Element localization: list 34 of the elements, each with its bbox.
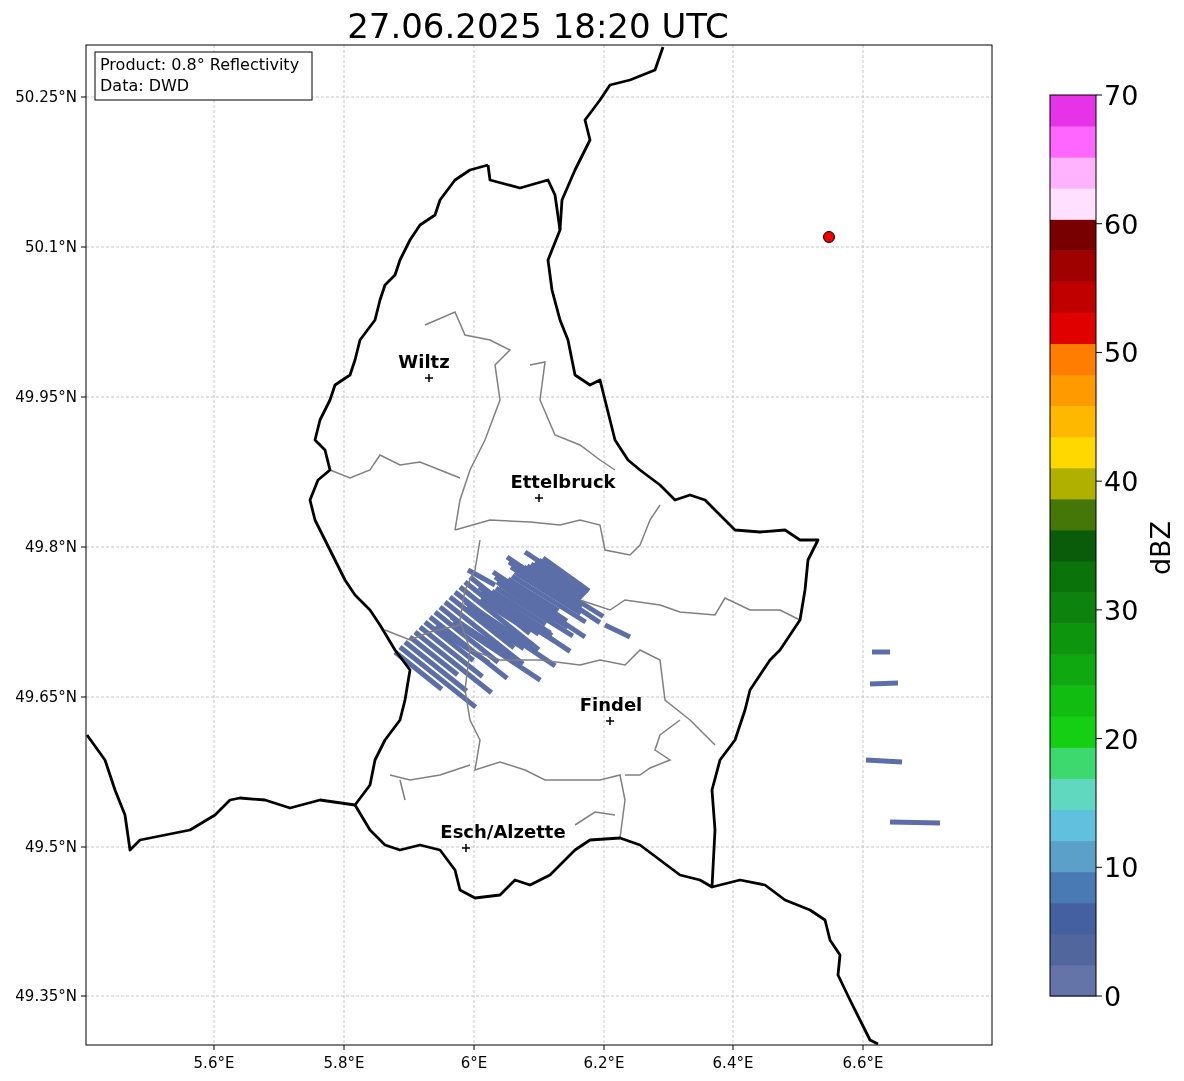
axis-tick-label: 49.5°N: [24, 838, 77, 856]
axis-tick-label: 49.65°N: [15, 688, 77, 706]
colorbar-tick-label: 20: [1104, 723, 1139, 755]
colorbar-tick-label: 30: [1104, 594, 1139, 626]
info-text: Product: 0.8° Reflectivity: [100, 55, 300, 74]
colorbar-tick-label: 50: [1104, 337, 1139, 369]
colorbar-tick-label: 60: [1104, 208, 1139, 240]
axis-tick-label: 5.8°E: [323, 1054, 365, 1072]
city-label: Ettelbruck: [510, 471, 616, 492]
colorbar-label: dBZ: [1145, 520, 1176, 576]
axis-tick-label: 49.95°N: [15, 388, 77, 406]
city-marker-icon: [534, 493, 544, 503]
city-label: Findel: [579, 694, 643, 715]
city-marker-icon: [605, 716, 615, 726]
city-label: Wiltz: [398, 351, 450, 372]
city-marker-icon: [424, 373, 434, 383]
axis-tick-label: 5.6°E: [193, 1054, 235, 1072]
axis-tick-label: 6°E: [460, 1054, 488, 1072]
colorbar-tick-label: 70: [1104, 80, 1139, 111]
colorbar-tick-label: 40: [1104, 466, 1139, 498]
axis-tick-label: 6.4°E: [712, 1054, 754, 1072]
axis-tick-label: 50.25°N: [15, 88, 77, 106]
chart-title: 27.06.2025 18:20 UTC: [347, 6, 729, 46]
city-label: Esch/Alzette: [440, 821, 566, 842]
colorbar-tick-label: 0: [1104, 981, 1122, 1012]
axis-tick-label: 49.8°N: [24, 538, 77, 556]
axis-tick-label: 6.6°E: [842, 1054, 884, 1072]
axis-tick-label: 6.2°E: [583, 1054, 625, 1072]
radar-site-marker-icon: [823, 231, 835, 243]
colorbar-tick-label: 10: [1104, 852, 1139, 884]
axis-tick-label: 49.35°N: [15, 987, 77, 1005]
info-text: Data: DWD: [100, 76, 190, 95]
city-marker-icon: [461, 843, 471, 853]
axis-tick-label: 50.1°N: [24, 238, 77, 256]
